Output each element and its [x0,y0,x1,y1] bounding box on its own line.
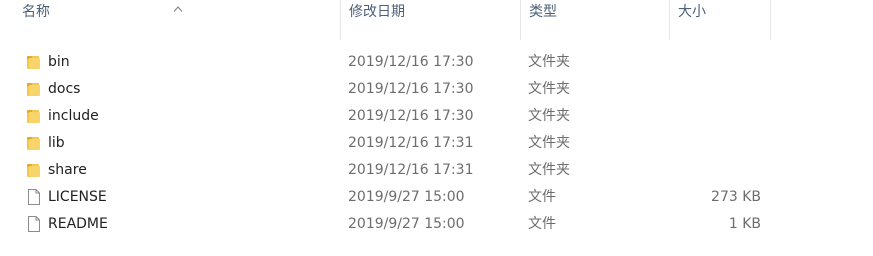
file-row[interactable]: README 2019/9/27 15:00 文件 1 KB [0,211,873,238]
file-modified-date: 2019/9/27 15:00 [348,216,465,232]
column-header-date-label: 修改日期 [349,4,405,20]
file-size [670,130,761,157]
file-icon [28,189,40,205]
file-type: 文件夹 [528,108,570,124]
file-row[interactable]: lib 2019/12/16 17:31 文件夹 [0,130,873,157]
file-icon [28,216,40,232]
file-size: 1 KB [728,216,761,232]
file-list: 名称 修改日期 类型 大小 bin 2019/12/16 17:30 文件夹 d… [0,0,873,256]
file-row[interactable]: share 2019/12/16 17:31 文件夹 [0,157,873,184]
file-name: LICENSE [48,189,107,205]
column-header-row: 名称 修改日期 类型 大小 [0,0,873,40]
sort-up-icon [173,6,183,12]
file-name: lib [48,135,65,151]
file-size: 273 KB [711,189,761,205]
file-modified-date: 2019/12/16 17:31 [348,162,474,178]
folder-icon [27,164,40,177]
file-size [670,76,761,103]
column-header-size-label: 大小 [678,4,706,20]
file-type: 文件夹 [528,135,570,151]
file-type: 文件夹 [528,81,570,97]
file-size [670,49,761,76]
file-type: 文件夹 [528,54,570,70]
file-row[interactable]: docs 2019/12/16 17:30 文件夹 [0,76,873,103]
file-modified-date: 2019/12/16 17:30 [348,108,474,124]
file-row[interactable]: include 2019/12/16 17:30 文件夹 [0,103,873,130]
file-row[interactable]: LICENSE 2019/9/27 15:00 文件 273 KB [0,184,873,211]
file-name: share [48,162,87,178]
file-modified-date: 2019/12/16 17:30 [348,81,474,97]
file-row[interactable]: bin 2019/12/16 17:30 文件夹 [0,49,873,76]
file-type: 文件 [528,216,556,232]
file-name: docs [48,81,81,97]
file-modified-date: 2019/12/16 17:30 [348,54,474,70]
file-modified-date: 2019/12/16 17:31 [348,135,474,151]
column-divider[interactable] [770,0,771,40]
file-type: 文件夹 [528,162,570,178]
file-modified-date: 2019/9/27 15:00 [348,189,465,205]
folder-icon [27,137,40,150]
file-type: 文件 [528,189,556,205]
file-rows: bin 2019/12/16 17:30 文件夹 docs 2019/12/16… [0,49,873,238]
folder-icon [27,110,40,123]
column-header-size[interactable]: 大小 [670,0,771,40]
file-name: include [48,108,99,124]
column-header-type[interactable]: 类型 [521,0,670,40]
folder-icon [27,83,40,96]
folder-icon [27,56,40,69]
column-header-type-label: 类型 [529,4,557,20]
file-size [670,103,761,130]
file-name: README [48,216,108,232]
file-name: bin [48,54,70,70]
column-header-date[interactable]: 修改日期 [341,0,521,40]
file-size [670,157,761,184]
column-header-name-label: 名称 [22,4,50,20]
